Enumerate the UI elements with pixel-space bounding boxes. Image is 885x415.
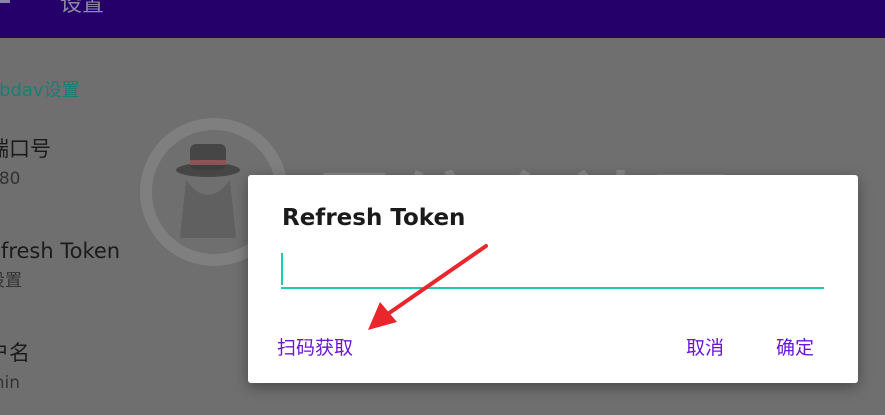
cancel-button[interactable]: 取消 <box>686 333 724 360</box>
scan-qr-button[interactable]: 扫码获取 <box>277 333 353 360</box>
dialog-title: Refresh Token <box>282 205 466 231</box>
pref-refresh-token[interactable]: efresh Token 设置 <box>0 238 120 292</box>
token-input-field[interactable] <box>281 251 824 293</box>
pref-title: efresh Token <box>0 239 121 263</box>
refresh-token-dialog: Refresh Token 扫码获取 取消 确定 <box>248 175 858 383</box>
pref-title: 户名 <box>0 341 30 365</box>
input-underline <box>281 287 824 289</box>
page-title: 设置 <box>60 0 105 17</box>
token-input[interactable] <box>281 251 824 289</box>
menu-icon[interactable] <box>0 0 10 3</box>
pref-title: 端口号 <box>0 137 51 161</box>
pref-port[interactable]: 端口号 080 <box>0 136 51 190</box>
pref-summary: 设置 <box>0 271 22 291</box>
section-title-webdav: ebdav设置 <box>0 80 80 101</box>
confirm-button[interactable]: 确定 <box>776 333 814 360</box>
pref-summary: min <box>0 373 21 393</box>
pref-username[interactable]: 户名 min <box>0 340 30 394</box>
app-bar: 设置 <box>0 0 885 38</box>
text-cursor <box>281 253 283 285</box>
pref-summary: 080 <box>0 169 21 189</box>
